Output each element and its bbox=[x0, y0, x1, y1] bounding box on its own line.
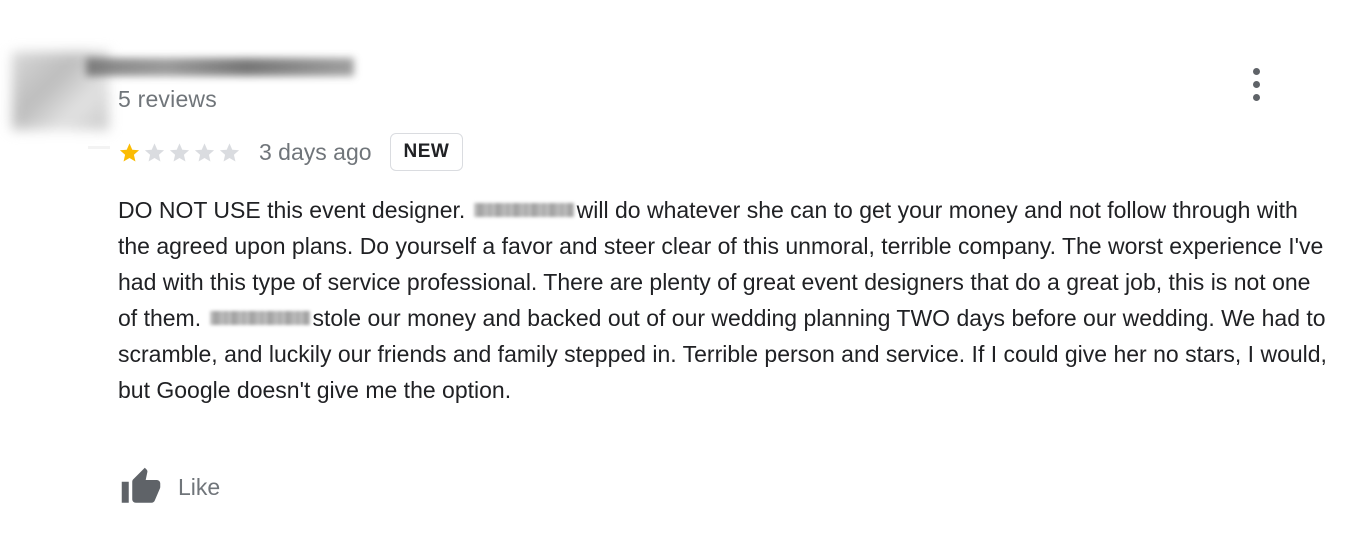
star-empty-icon bbox=[144, 142, 165, 162]
review-time: 3 days ago bbox=[259, 138, 372, 165]
like-button[interactable]: Like bbox=[118, 466, 220, 508]
star-rating bbox=[118, 141, 243, 164]
star-empty-icon bbox=[169, 142, 190, 162]
review-text-part: DO NOT USE this event designer. bbox=[118, 197, 466, 223]
redacted-name bbox=[209, 311, 310, 325]
star-empty-icon bbox=[194, 142, 215, 162]
rating-row: 3 days ago NEW bbox=[118, 132, 464, 172]
review-count[interactable]: 5 reviews bbox=[118, 86, 217, 113]
more-options-button[interactable] bbox=[1244, 68, 1270, 102]
like-label: Like bbox=[178, 473, 221, 500]
redacted-name bbox=[473, 203, 574, 217]
divider bbox=[88, 146, 110, 149]
review-text: DO NOT USE this event designer. will do … bbox=[118, 192, 1333, 408]
star-empty-icon bbox=[219, 142, 240, 162]
thumb-up-icon bbox=[121, 467, 161, 503]
new-badge: NEW bbox=[389, 133, 464, 171]
reviewer-name-redacted[interactable] bbox=[86, 58, 354, 76]
star-filled-icon bbox=[119, 142, 140, 162]
